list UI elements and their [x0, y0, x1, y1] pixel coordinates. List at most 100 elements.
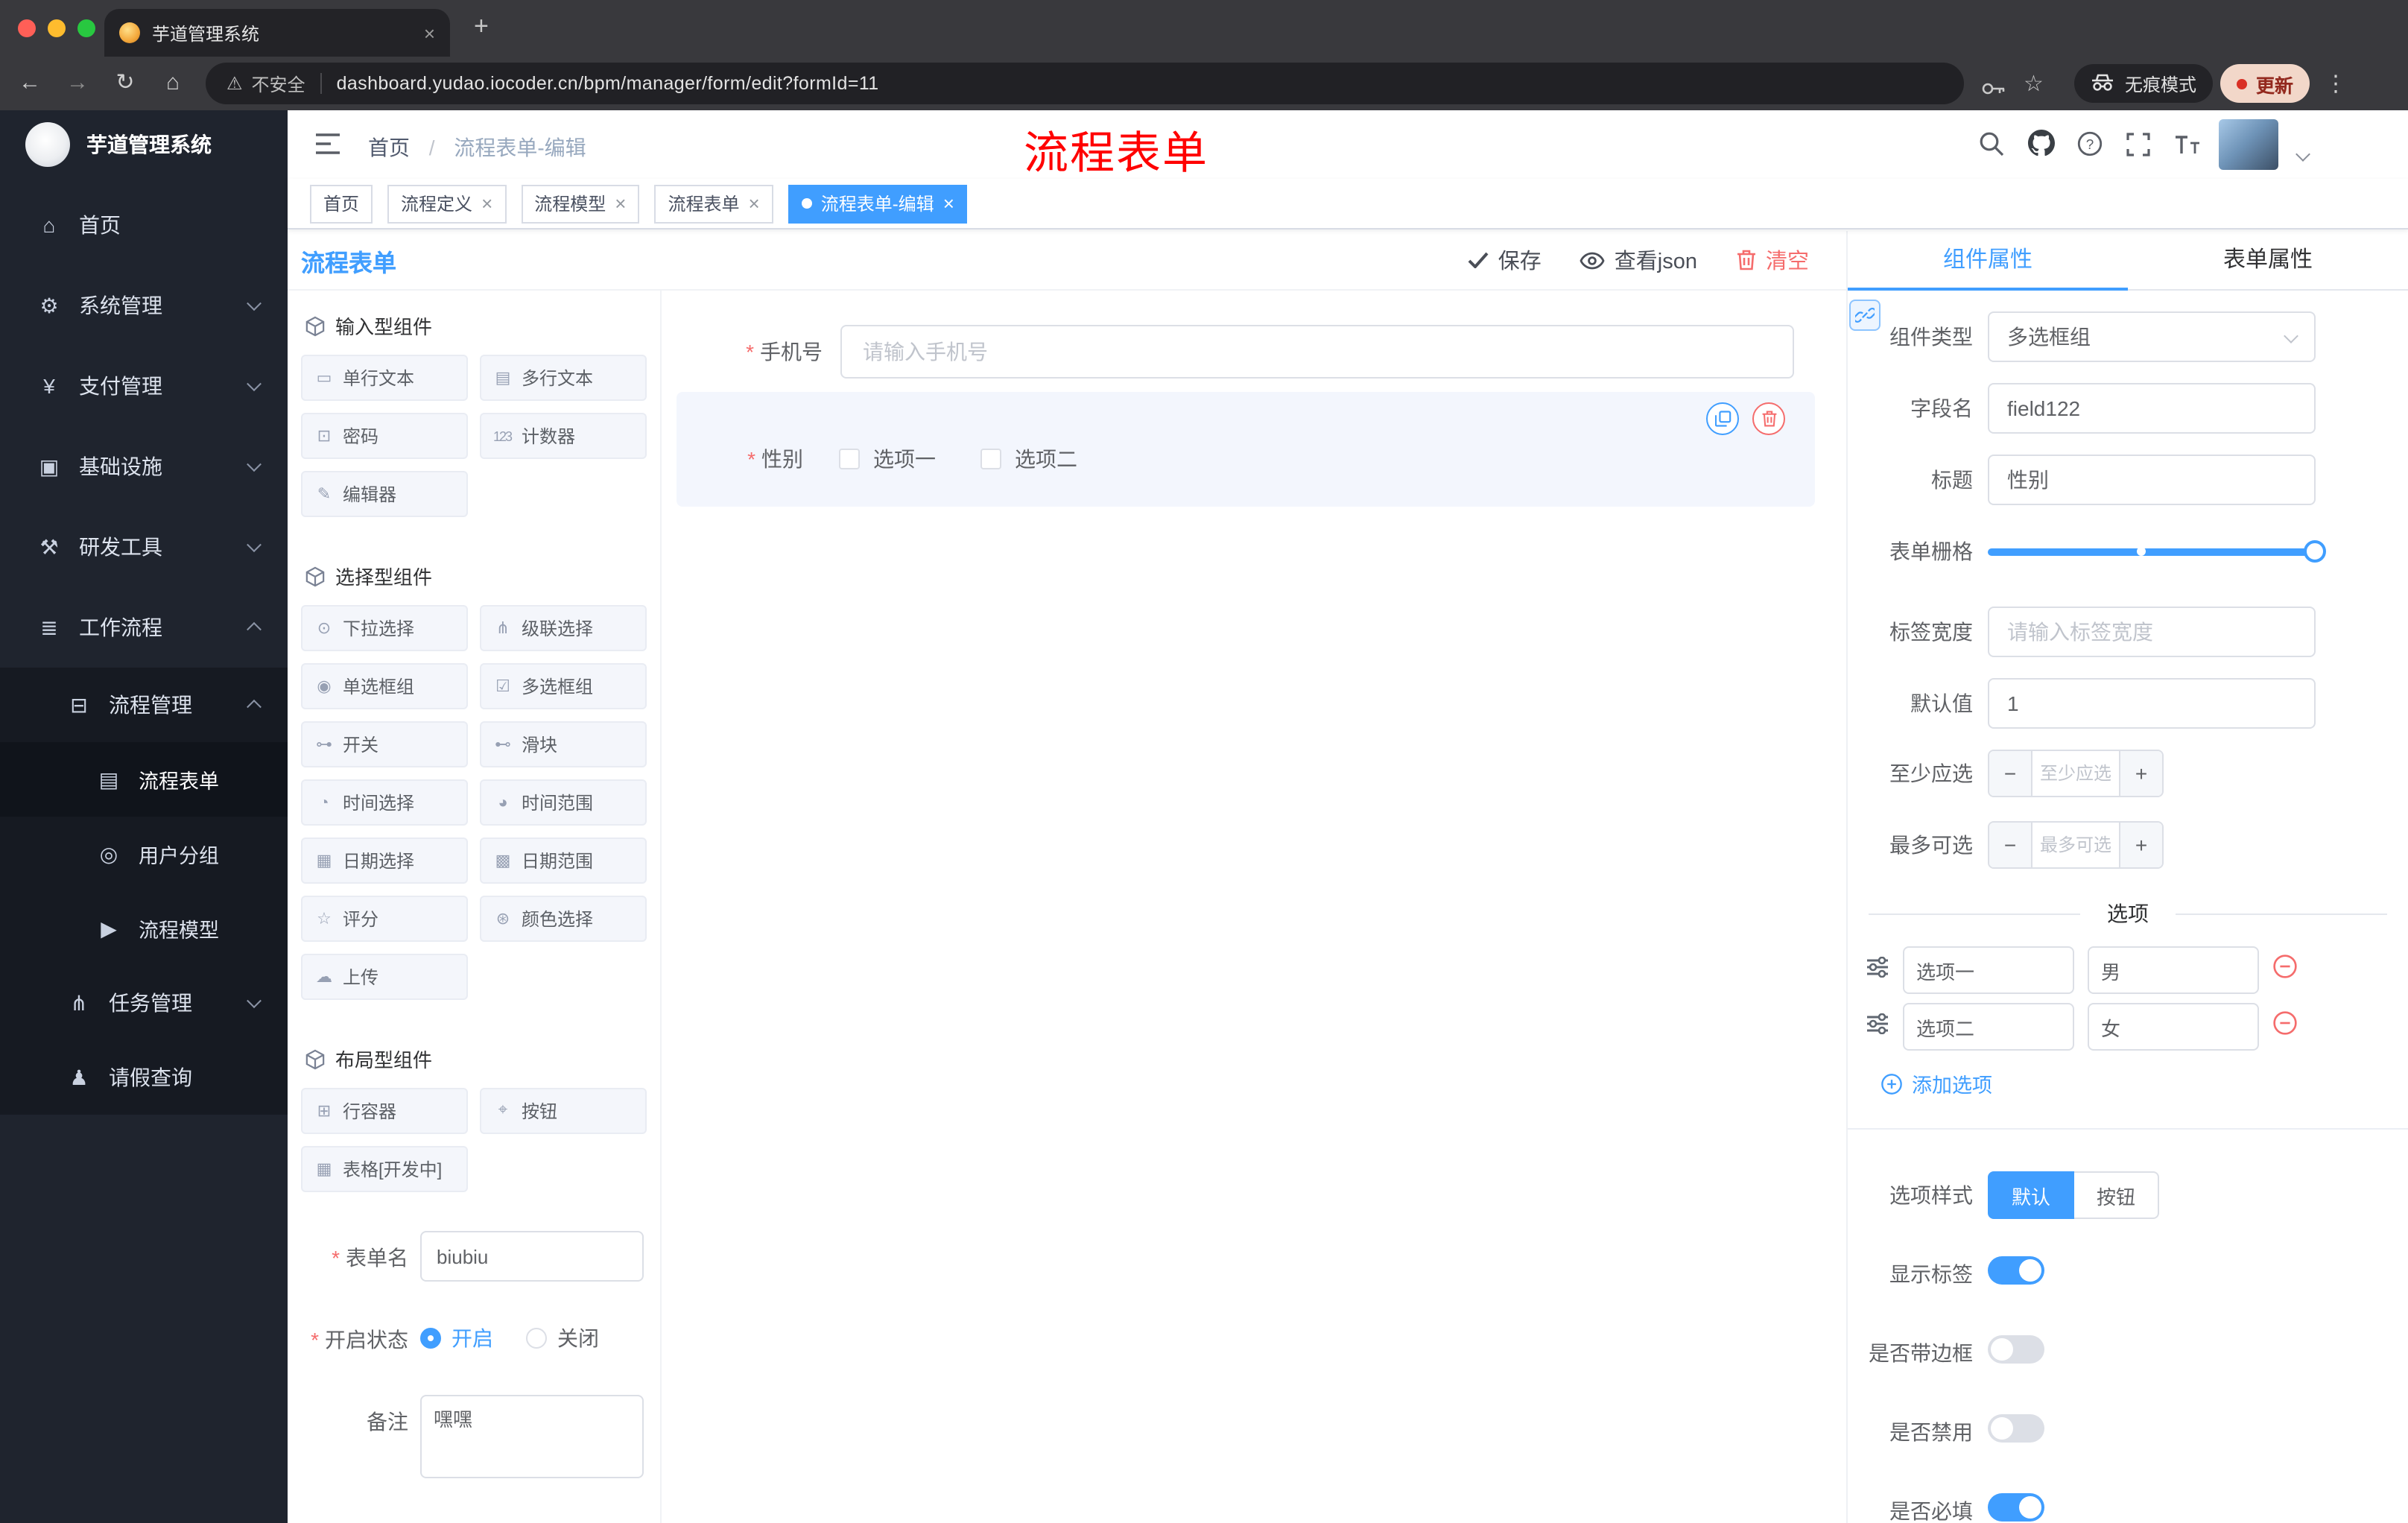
palette-item-date-range[interactable]: ▩ 日期范围 [480, 838, 647, 884]
remove-option-button[interactable] [2272, 1010, 2298, 1043]
tag-close-icon[interactable]: × [615, 192, 626, 215]
sidebar-item-infrastructure[interactable]: ▣ 基础设施 [0, 426, 288, 507]
option1-name-input[interactable] [1903, 946, 2074, 994]
disabled-switch[interactable] [1988, 1414, 2044, 1443]
form-name-input[interactable] [420, 1231, 644, 1282]
sidebar-item-home[interactable]: ⌂ 首页 [0, 185, 288, 265]
palette-item-editor[interactable]: ✎ 编辑器 [301, 471, 468, 517]
sidebar-item-process-model[interactable]: ▶ 流程模型 [0, 891, 288, 966]
stepper-minus-button[interactable]: − [1989, 751, 2032, 796]
gender-option1-checkbox[interactable]: 选项一 [839, 443, 936, 473]
bookmark-star-icon[interactable]: ☆ [2024, 70, 2044, 97]
link-badge[interactable] [1849, 300, 1881, 331]
bordered-switch[interactable] [1988, 1335, 2044, 1364]
drag-handle-icon[interactable] [1866, 955, 1889, 984]
palette-item-upload[interactable]: ☁ 上传 [301, 954, 468, 1000]
palette-item-counter[interactable]: 123 计数器 [480, 413, 647, 459]
palette-item-switch[interactable]: ⊶ 开关 [301, 721, 468, 767]
palette-item-single-line-text[interactable]: ▭ 单行文本 [301, 355, 468, 401]
component-type-select[interactable]: 多选框组 [1988, 311, 2316, 362]
fullscreen-icon[interactable] [2126, 133, 2150, 164]
field-name-input[interactable] [1988, 383, 2316, 434]
canvas-field-gender-selected[interactable]: 性别 选项一 选项二 [677, 392, 1815, 507]
password-key-icon[interactable] [1982, 76, 2006, 103]
drag-handle-icon[interactable] [1866, 1012, 1889, 1041]
slider-rail[interactable] [1988, 540, 2326, 563]
save-button[interactable]: 保存 [1468, 244, 1542, 276]
sidebar-item-process-management[interactable]: ⊟ 流程管理 [0, 668, 288, 742]
stepper-minus-button[interactable]: − [1989, 823, 2032, 867]
reload-button[interactable]: ↻ [107, 67, 143, 100]
tag-close-icon[interactable]: × [481, 192, 492, 215]
home-button[interactable]: ⌂ [155, 67, 191, 100]
palette-item-row-container[interactable]: ⊞ 行容器 [301, 1088, 468, 1134]
traffic-light-close[interactable] [18, 19, 36, 37]
tag-close-icon[interactable]: × [749, 192, 760, 215]
palette-item-table[interactable]: ▦ 表格[开发中] [301, 1146, 468, 1192]
palette-item-date-picker[interactable]: ▦ 日期选择 [301, 838, 468, 884]
sidebar-item-system[interactable]: ⚙ 系统管理 [0, 265, 288, 346]
tab-form-properties[interactable]: 表单属性 [2128, 231, 2408, 289]
sidebar-item-leave-query[interactable]: ♟ 请假查询 [0, 1040, 288, 1115]
traffic-light-zoom[interactable] [77, 19, 95, 37]
grid-span-slider[interactable] [1988, 526, 2326, 577]
sidebar-item-task-management[interactable]: ⋔ 任务管理 [0, 966, 288, 1040]
breadcrumb-home[interactable]: 首页 [368, 136, 410, 159]
option1-value-input[interactable] [2088, 946, 2259, 994]
palette-item-color-picker[interactable]: ⊛ 颜色选择 [480, 896, 647, 942]
tab-close-icon[interactable]: × [424, 22, 435, 44]
palette-item-select[interactable]: ⊙ 下拉选择 [301, 605, 468, 651]
option2-name-input[interactable] [1903, 1003, 2074, 1051]
clear-button[interactable]: 清空 [1736, 244, 1809, 276]
remove-option-button[interactable] [2272, 954, 2298, 987]
delete-field-button[interactable] [1752, 402, 1785, 435]
stepper-plus-button[interactable]: + [2119, 823, 2162, 867]
palette-item-cascader[interactable]: ⋔ 级联选择 [480, 605, 647, 651]
title-input[interactable] [1988, 455, 2316, 505]
default-value-input[interactable] [1988, 678, 2316, 729]
palette-item-time-range[interactable]: ◕ 时间范围 [480, 779, 647, 826]
avatar[interactable] [2219, 119, 2278, 170]
sidebar-item-devtools[interactable]: ⚒ 研发工具 [0, 507, 288, 587]
security-warning-icon[interactable]: ⚠ [226, 73, 243, 94]
search-icon[interactable] [1979, 131, 2004, 164]
tag-process-model[interactable]: 流程模型 × [521, 184, 640, 223]
status-off-radio[interactable]: 关闭 [526, 1323, 599, 1353]
palette-item-password[interactable]: ⊡ 密码 [301, 413, 468, 459]
option-style-button-button[interactable]: 按钮 [2074, 1171, 2160, 1219]
palette-item-radio-group[interactable]: ◉ 单选框组 [301, 663, 468, 709]
label-width-input[interactable] [1988, 607, 2316, 657]
sidebar-item-workflow[interactable]: ≣ 工作流程 [0, 587, 288, 668]
font-size-icon[interactable] [2174, 134, 2201, 162]
back-button[interactable]: ← [12, 67, 48, 100]
option2-value-input[interactable] [2088, 1003, 2259, 1051]
required-switch[interactable] [1988, 1493, 2044, 1522]
phone-input[interactable] [840, 325, 1794, 379]
tag-process-form-edit[interactable]: 流程表单-编辑 × [788, 184, 968, 223]
show-label-switch[interactable] [1988, 1256, 2044, 1285]
address-bar[interactable]: ⚠ 不安全 dashboard.yudao.iocoder.cn/bpm/man… [206, 63, 1964, 104]
palette-item-button[interactable]: ⌖ 按钮 [480, 1088, 647, 1134]
palette-item-slider[interactable]: ⊷ 滑块 [480, 721, 647, 767]
stepper-plus-button[interactable]: + [2119, 751, 2162, 796]
sidebar-collapse-icon[interactable] [314, 133, 341, 162]
palette-item-time-picker[interactable]: ◔ 时间选择 [301, 779, 468, 826]
traffic-light-minimize[interactable] [48, 19, 66, 37]
gender-option2-checkbox[interactable]: 选项二 [980, 443, 1077, 473]
tab-component-properties[interactable]: 组件属性 [1848, 231, 2128, 291]
copy-field-button[interactable] [1706, 402, 1739, 435]
sidebar-item-payment[interactable]: ¥ 支付管理 [0, 346, 288, 426]
add-option-button[interactable]: 添加选项 [1881, 1068, 2408, 1098]
update-button[interactable]: 更新 [2220, 64, 2310, 103]
max-select-input[interactable] [2032, 823, 2119, 867]
help-icon[interactable]: ? [2077, 131, 2103, 164]
option-style-default-button[interactable]: 默认 [1988, 1171, 2075, 1219]
new-tab-button[interactable]: + [474, 12, 489, 42]
status-on-radio[interactable]: 开启 [420, 1323, 493, 1353]
canvas-field-phone[interactable]: 手机号 [677, 325, 1794, 379]
palette-item-checkbox-group[interactable]: ☑ 多选框组 [480, 663, 647, 709]
view-json-button[interactable]: 查看json [1580, 244, 1697, 276]
sidebar-item-process-form[interactable]: ▤ 流程表单 [0, 742, 288, 817]
tag-process-form[interactable]: 流程表单 × [654, 184, 773, 223]
form-remark-textarea[interactable]: 嘿嘿 [420, 1395, 644, 1478]
